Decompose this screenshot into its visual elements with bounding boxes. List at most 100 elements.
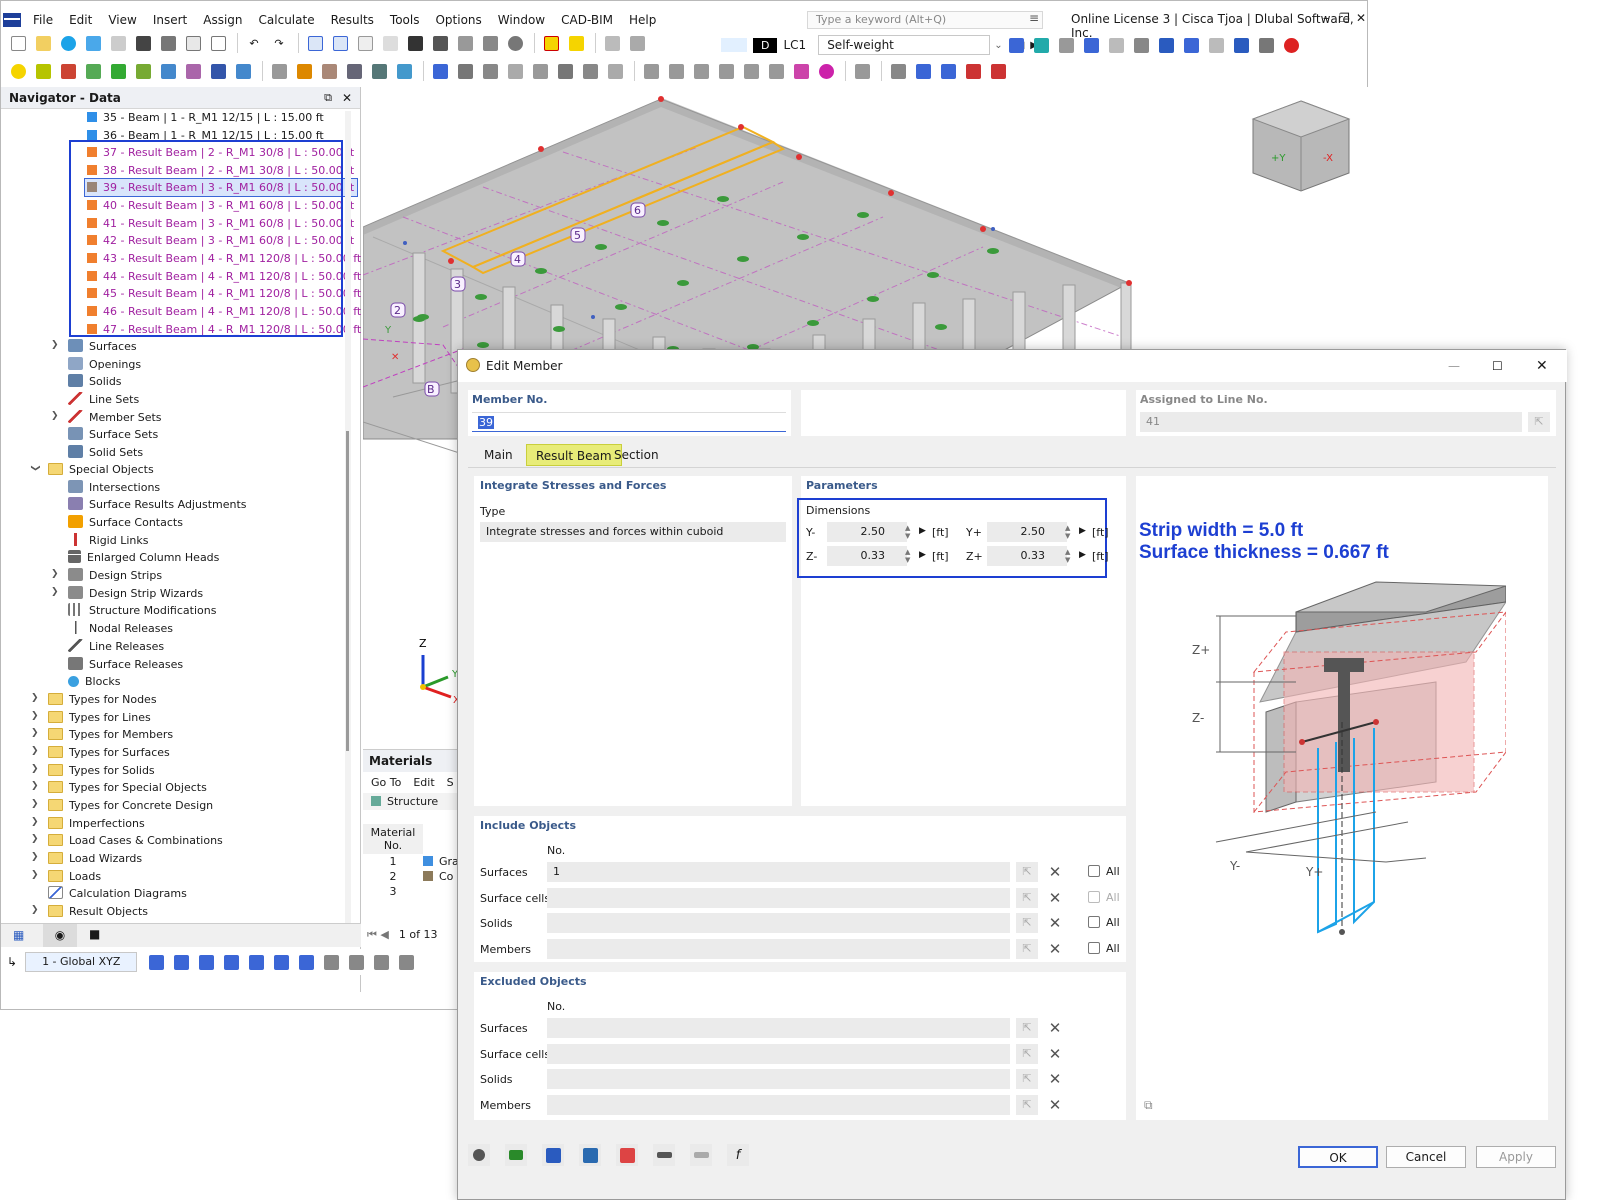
material-row[interactable]: 2Co: [363, 869, 463, 884]
save-icon[interactable]: [132, 32, 154, 54]
material-row[interactable]: 3: [363, 884, 463, 899]
rotate-icon[interactable]: [368, 60, 390, 82]
clear-icon[interactable]: ✕: [1044, 862, 1066, 882]
table-toggle-icon[interactable]: [329, 32, 351, 54]
display-xyz-icon[interactable]: [1105, 34, 1127, 56]
help-icon[interactable]: [468, 1144, 490, 1166]
expand-chevron-icon[interactable]: ❯: [51, 569, 59, 579]
restore-icon[interactable]: ❐: [1339, 11, 1350, 25]
new-line-icon[interactable]: [32, 60, 54, 82]
open-icon[interactable]: [32, 32, 54, 54]
view-perspective-icon[interactable]: [345, 951, 367, 973]
link-icon[interactable]: [653, 1144, 675, 1166]
y-plus-input[interactable]: 2.50: [987, 522, 1067, 542]
tree-item-rigid-links[interactable]: Rigid Links: [68, 532, 148, 549]
include-solids-input[interactable]: [547, 913, 1010, 933]
snap-icon[interactable]: [912, 60, 934, 82]
tab-main[interactable]: Main: [475, 444, 522, 466]
expand-chevron-icon[interactable]: ❯: [31, 852, 39, 862]
view-bottom-icon[interactable]: [245, 951, 267, 973]
view-render-icon[interactable]: [987, 60, 1009, 82]
tree-folder-loads[interactable]: Loads: [48, 868, 101, 885]
tree-item-line-releases[interactable]: Line Releases: [68, 638, 164, 655]
view-front-icon[interactable]: [170, 951, 192, 973]
pin-panel-icon[interactable]: ⧉: [324, 87, 332, 109]
cancel-button[interactable]: Cancel: [1386, 1146, 1466, 1168]
layers-icon[interactable]: [454, 32, 476, 54]
coordinate-system-dropdown[interactable]: 1 - Global XYZ: [25, 952, 137, 972]
clear-icon[interactable]: ✕: [1044, 913, 1066, 933]
scrollbar-thumb[interactable]: [346, 431, 349, 751]
unlink-icon[interactable]: [690, 1144, 712, 1166]
grid-table-icon[interactable]: [887, 60, 909, 82]
spin-arrows-icon[interactable]: ▲▼: [905, 524, 910, 540]
display-values-icon[interactable]: [1055, 34, 1077, 56]
close-icon[interactable]: ✕: [1356, 11, 1366, 25]
results-icon[interactable]: [601, 32, 623, 54]
undo-icon[interactable]: ↶: [243, 32, 265, 54]
new-member-icon[interactable]: [57, 60, 79, 82]
tree-folder-load-cases[interactable]: Load Cases & Combinations: [48, 832, 223, 849]
redo-icon[interactable]: ↷: [268, 32, 290, 54]
clear-icon[interactable]: ✕: [1044, 1069, 1066, 1089]
expand-chevron-icon[interactable]: ❯: [31, 905, 39, 915]
view-clipping-icon[interactable]: [370, 951, 392, 973]
report-icon[interactable]: [182, 32, 204, 54]
eraser-icon[interactable]: [616, 1144, 638, 1166]
tree-item-design-strip-wizards[interactable]: Design Strip Wizards: [68, 585, 203, 602]
view-rotate-icon[interactable]: [295, 951, 317, 973]
z-plus-menu-icon[interactable]: ▶: [1079, 550, 1086, 560]
member-no-input[interactable]: 39: [472, 412, 786, 432]
clear-icon[interactable]: ✕: [1044, 1044, 1066, 1064]
tree-folder-special-objects[interactable]: Special Objects: [48, 461, 154, 478]
tree-folder-types-for-nodes[interactable]: Types for Nodes: [48, 691, 157, 708]
materials-more-menu[interactable]: S: [447, 776, 454, 789]
include-surface-cells-all-checkbox[interactable]: All: [1088, 891, 1120, 904]
expand-chevron-icon[interactable]: ❯: [51, 340, 59, 350]
tree-folder-types-for-members[interactable]: Types for Members: [48, 726, 173, 743]
result-beam-label-6[interactable]: 6: [634, 204, 641, 217]
navigator-toggle-icon[interactable]: [304, 32, 326, 54]
material-row[interactable]: 1Gra: [363, 854, 463, 869]
pin-icon[interactable]: [815, 60, 837, 82]
view-selected-icon[interactable]: [937, 60, 959, 82]
pick-icon[interactable]: ⇱: [1016, 862, 1038, 882]
new-surface-icon[interactable]: [82, 60, 104, 82]
dimension-icon[interactable]: [354, 32, 376, 54]
display-animation-icon[interactable]: [1230, 34, 1252, 56]
tree-item-surface-contacts[interactable]: Surface Contacts: [68, 514, 183, 531]
move-icon[interactable]: [343, 60, 365, 82]
result-beam-label-5[interactable]: 5: [574, 229, 581, 242]
views-tab-icon[interactable]: ■: [89, 927, 100, 941]
tree-item-surface-sets[interactable]: Surface Sets: [68, 426, 158, 443]
copy-icon[interactable]: [690, 60, 712, 82]
view-cube-icon[interactable]: +Y -X: [1253, 101, 1349, 191]
display-tab-icon[interactable]: ◉: [43, 924, 77, 947]
dialog-maximize-icon[interactable]: ☐: [1492, 350, 1503, 382]
loadcase-selector[interactable]: D LC1 Self-weight ⌄ ◀ ▶: [721, 35, 1038, 55]
tree-folder-types-for-lines[interactable]: Types for Lines: [48, 709, 151, 726]
display-coords-icon[interactable]: [1205, 34, 1227, 56]
new-node-icon[interactable]: [7, 60, 29, 82]
pick-icon[interactable]: ⇱: [1016, 1095, 1038, 1115]
new-section-icon[interactable]: [182, 60, 204, 82]
view-side-icon[interactable]: [195, 951, 217, 973]
console-icon[interactable]: [404, 32, 426, 54]
integrate-type-select[interactable]: Integrate stresses and forces within cub…: [480, 522, 786, 542]
spin-arrows-icon[interactable]: ▲▼: [905, 548, 910, 564]
ok-button[interactable]: OK: [1298, 1146, 1378, 1168]
expand-chevron-icon[interactable]: ❯: [31, 764, 39, 774]
include-members-input[interactable]: [547, 939, 1010, 959]
highlight-icon[interactable]: [790, 60, 812, 82]
snap-node-icon[interactable]: [293, 60, 315, 82]
tree-item-solid-sets[interactable]: Solid Sets: [68, 444, 143, 461]
collapse-chevron-icon[interactable]: ❯: [30, 464, 40, 472]
screen-icon[interactable]: [579, 1144, 601, 1166]
web-services-icon[interactable]: [82, 32, 104, 54]
exclude-members-input[interactable]: [547, 1095, 1010, 1115]
pick-icon[interactable]: ⇱: [1016, 939, 1038, 959]
view-section-icon[interactable]: [395, 951, 417, 973]
display-model-icon[interactable]: [1130, 34, 1152, 56]
display-sections-icon[interactable]: [1180, 34, 1202, 56]
expand-chevron-icon[interactable]: ❯: [31, 834, 39, 844]
